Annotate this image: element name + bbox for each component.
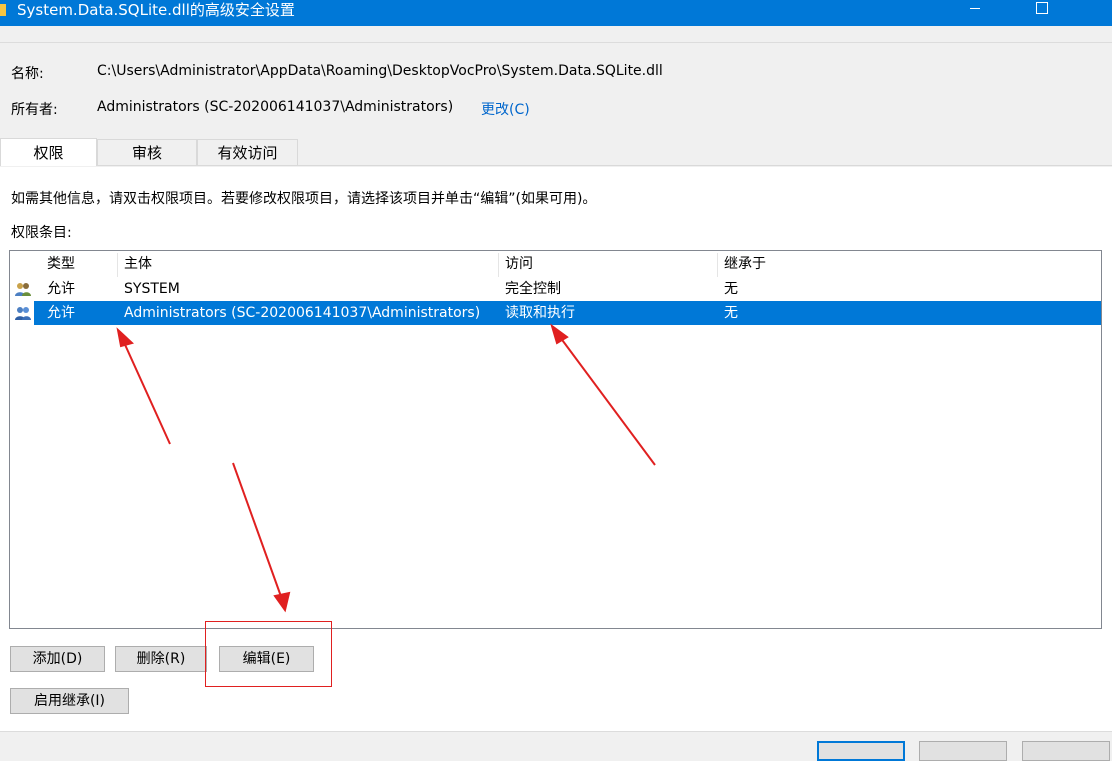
tab-effective-access[interactable]: 有效访问 bbox=[197, 139, 298, 165]
divider bbox=[0, 42, 1112, 43]
row-access: 完全控制 bbox=[505, 281, 561, 297]
owner-value: Administrators (SC-202006141037\Administ… bbox=[97, 99, 454, 115]
column-header-access[interactable]: 访问 bbox=[505, 251, 533, 277]
ok-button[interactable] bbox=[817, 741, 905, 761]
add-button[interactable]: 添加(D) bbox=[10, 646, 105, 672]
row-inherited: 无 bbox=[724, 305, 738, 321]
tab-permissions[interactable]: 权限 bbox=[0, 138, 97, 166]
tab-bar: 权限 审核 有效访问 bbox=[0, 138, 1112, 167]
row-principal: SYSTEM bbox=[124, 281, 180, 297]
tab-auditing[interactable]: 审核 bbox=[97, 139, 197, 165]
maximize-button[interactable] bbox=[1019, 0, 1065, 26]
column-separator[interactable] bbox=[717, 253, 718, 277]
remove-button[interactable]: 删除(R) bbox=[115, 646, 207, 672]
column-header-principal[interactable]: 主体 bbox=[124, 251, 152, 277]
column-separator[interactable] bbox=[498, 253, 499, 277]
name-label: 名称: bbox=[11, 66, 44, 82]
apply-button[interactable] bbox=[1022, 741, 1110, 761]
enable-inheritance-button[interactable]: 启用继承(I) bbox=[10, 688, 129, 714]
row-principal: Administrators (SC-202006141037\Administ… bbox=[124, 305, 481, 321]
row-type: 允许 bbox=[47, 281, 75, 297]
entries-label: 权限条目: bbox=[11, 225, 72, 241]
row-inherited: 无 bbox=[724, 281, 738, 297]
name-value: C:\Users\Administrator\AppData\Roaming\D… bbox=[97, 63, 663, 79]
permission-entries-list[interactable]: 类型 主体 访问 继承于 允许 SYSTEM 完全控制 无 允许 Adminis… bbox=[9, 250, 1102, 629]
column-header-inherited-from[interactable]: 继承于 bbox=[724, 251, 766, 277]
column-separator[interactable] bbox=[117, 253, 118, 277]
change-owner-link[interactable]: 更改(C) bbox=[481, 99, 530, 119]
maximize-icon bbox=[1036, 2, 1048, 14]
tab-rule bbox=[0, 165, 1112, 166]
row-type: 允许 bbox=[47, 305, 75, 321]
folder-icon bbox=[0, 4, 6, 16]
annotation-highlight-box bbox=[205, 621, 332, 687]
table-row[interactable]: 允许 SYSTEM 完全控制 无 bbox=[10, 277, 1101, 301]
minimize-icon bbox=[970, 8, 980, 9]
instruction-text: 如需其他信息，请双击权限项目。若要修改权限项目，请选择该项目并单击“编辑”(如果… bbox=[11, 191, 597, 207]
title-bar: System.Data.SQLite.dll的高级安全设置 bbox=[0, 0, 1112, 26]
row-access: 读取和执行 bbox=[505, 305, 575, 321]
minimize-button[interactable] bbox=[952, 0, 998, 26]
column-header-type[interactable]: 类型 bbox=[47, 251, 75, 277]
window-title: System.Data.SQLite.dll的高级安全设置 bbox=[17, 1, 295, 19]
table-row-selected[interactable]: 允许 Administrators (SC-202006141037\Admin… bbox=[10, 301, 1101, 325]
owner-label: 所有者: bbox=[11, 102, 58, 118]
users-icon bbox=[14, 281, 32, 297]
users-icon bbox=[14, 305, 32, 321]
cancel-button[interactable] bbox=[919, 741, 1007, 761]
